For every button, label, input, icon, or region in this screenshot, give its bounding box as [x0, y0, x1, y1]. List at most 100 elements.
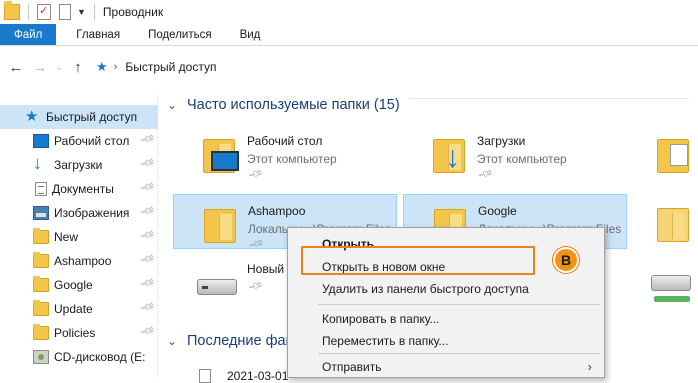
pin-icon: 📌︎: [248, 236, 265, 253]
sidebar-item-desktop[interactable]: Рабочий стол 📌︎: [0, 129, 158, 153]
sidebar-item-label: CD-дисковод (E:: [54, 350, 146, 364]
title-bar: ▼ Проводник: [0, 0, 698, 24]
pin-icon[interactable]: 📌︎: [139, 252, 156, 268]
folder-icon: [4, 1, 20, 20]
tile-name: Рабочий стол: [247, 134, 323, 148]
menu-item-move-to[interactable]: Переместить в папку...: [288, 330, 604, 352]
pin-icon: 📌︎: [247, 278, 264, 295]
forward-arrow-icon[interactable]: →: [28, 59, 52, 76]
sidebar-item-label: Policies: [54, 326, 96, 340]
sidebar-item-policies[interactable]: Policies 📌︎: [0, 321, 158, 345]
menu-item-unpin-quick-access[interactable]: Удалить из панели быстрого доступа: [288, 278, 604, 300]
desktop-folder-icon: [197, 133, 239, 173]
pin-icon[interactable]: 📌︎: [139, 324, 156, 340]
quick-access-star-icon: [25, 107, 41, 125]
group-header-frequent[interactable]: ⌄ Часто используемые папки (15): [167, 97, 400, 113]
sidebar-item-label: Документы: [52, 182, 114, 196]
tile-partial-folder[interactable]: [633, 194, 698, 249]
sidebar-item-label: Изображения: [54, 206, 130, 220]
quick-access-star-icon: ★: [96, 59, 108, 74]
folder-icon: [651, 202, 693, 242]
history-chevron-icon[interactable]: ⌄: [52, 62, 66, 73]
sidebar-item-label: Быстрый доступ: [46, 110, 138, 124]
pin-icon[interactable]: 📌︎: [139, 156, 156, 172]
document-icon: [35, 182, 47, 196]
ribbon-tabs: Файл Главная Поделиться Вид: [0, 24, 698, 46]
menu-divider: [318, 353, 600, 354]
recent-file-name: 2021-03-01: [227, 369, 289, 383]
group-title: Часто используемые папки (15): [187, 97, 400, 113]
pin-icon: 📌︎: [477, 166, 494, 183]
breadcrumb-location[interactable]: Быстрый доступ: [125, 60, 216, 74]
sidebar-item-label: Загрузки: [54, 158, 103, 172]
sidebar-item-ashampoo[interactable]: Ashampoo 📌︎: [0, 249, 158, 273]
pin-icon[interactable]: 📌︎: [139, 228, 156, 244]
up-arrow-icon[interactable]: ↑: [66, 59, 90, 76]
group-title: Последние фай: [187, 333, 294, 349]
downloads-folder-icon: ↓: [427, 133, 469, 173]
menu-item-label: Переместить в папку...: [322, 334, 449, 348]
folder-icon: [198, 203, 240, 243]
tab-share[interactable]: Поделиться: [134, 24, 226, 45]
window-title: Проводник: [102, 5, 164, 19]
callout-badge: B: [553, 247, 579, 273]
tile-desktop[interactable]: Рабочий стол Этот компьютер 📌︎: [173, 125, 397, 183]
file-icon: [199, 369, 211, 383]
sidebar-item-quick-access[interactable]: Быстрый доступ: [0, 105, 158, 129]
sidebar-item-cd-drive[interactable]: CD-дисковод (E:: [0, 345, 158, 369]
pin-icon[interactable]: 📌︎: [139, 180, 156, 196]
breadcrumb[interactable]: ★ › Быстрый доступ: [96, 56, 216, 78]
menu-item-copy-to[interactable]: Копировать в папку...: [288, 308, 604, 330]
back-arrow-icon[interactable]: ←: [4, 59, 28, 76]
menu-item-send-to[interactable]: Отправить ›: [288, 356, 604, 378]
group-header-recent[interactable]: ⌄ Последние фай: [167, 333, 294, 349]
sidebar-item-documents[interactable]: Документы 📌︎: [0, 177, 158, 201]
desktop-icon: [33, 134, 49, 148]
pin-icon[interactable]: 📌︎: [139, 300, 156, 316]
tab-view[interactable]: Вид: [226, 24, 275, 45]
toolbar-divider: [28, 4, 29, 20]
chevron-down-icon[interactable]: ⌄: [167, 334, 181, 348]
sidebar-item-label: Ashampoo: [54, 254, 112, 268]
menu-item-label: Отправить: [322, 360, 382, 374]
folder-icon: [33, 252, 49, 268]
tile-documents-partial[interactable]: [633, 125, 698, 180]
pin-icon: 📌︎: [247, 166, 264, 183]
tile-network-drive[interactable]: [633, 253, 698, 308]
sidebar-item-pictures[interactable]: Изображения 📌︎: [0, 201, 158, 225]
sidebar-item-label: Google: [54, 278, 93, 292]
sidebar-item-new[interactable]: New 📌︎: [0, 225, 158, 249]
group-divider: [409, 98, 689, 99]
list-item[interactable]: 2021-03-01: [199, 369, 288, 383]
download-icon: [33, 153, 49, 174]
pin-icon[interactable]: 📌︎: [139, 132, 156, 148]
chevron-down-icon[interactable]: ▼: [77, 7, 86, 17]
sidebar-item-google[interactable]: Google 📌︎: [0, 273, 158, 297]
documents-folder-icon: [651, 133, 693, 173]
folder-icon: [33, 228, 49, 244]
tab-file[interactable]: Файл: [0, 24, 57, 45]
quick-access-toolbar: ▼: [0, 0, 86, 24]
drive-icon: [197, 261, 239, 301]
title-divider: [93, 4, 95, 20]
sidebar-item-update[interactable]: Update 📌︎: [0, 297, 158, 321]
navigation-pane: Быстрый доступ Рабочий стол 📌︎ Загрузки …: [0, 95, 158, 378]
callout-highlight-frame: [301, 246, 535, 275]
sidebar-item-downloads[interactable]: Загрузки 📌︎: [0, 153, 158, 177]
new-folder-icon[interactable]: [59, 4, 71, 20]
menu-divider: [318, 304, 600, 305]
tile-location: Этот компьютер: [247, 152, 337, 166]
tile-downloads[interactable]: ↓ Загрузки Этот компьютер 📌︎: [403, 125, 627, 183]
pin-icon[interactable]: 📌︎: [139, 276, 156, 292]
address-row: ← → ⌄ ↑ ★ › Быстрый доступ: [0, 47, 698, 87]
menu-item-label: Удалить из панели быстрого доступа: [322, 282, 529, 296]
pictures-icon: [33, 206, 49, 220]
properties-icon[interactable]: [37, 4, 51, 20]
chevron-down-icon[interactable]: ⌄: [167, 98, 181, 112]
tab-home[interactable]: Главная: [62, 24, 134, 45]
sidebar-item-label: Рабочий стол: [54, 134, 130, 148]
cd-drive-icon: [33, 350, 49, 364]
chevron-right-icon[interactable]: ›: [114, 61, 118, 73]
pin-icon[interactable]: 📌︎: [139, 204, 156, 220]
tile-name: Ashampoo: [248, 204, 306, 218]
